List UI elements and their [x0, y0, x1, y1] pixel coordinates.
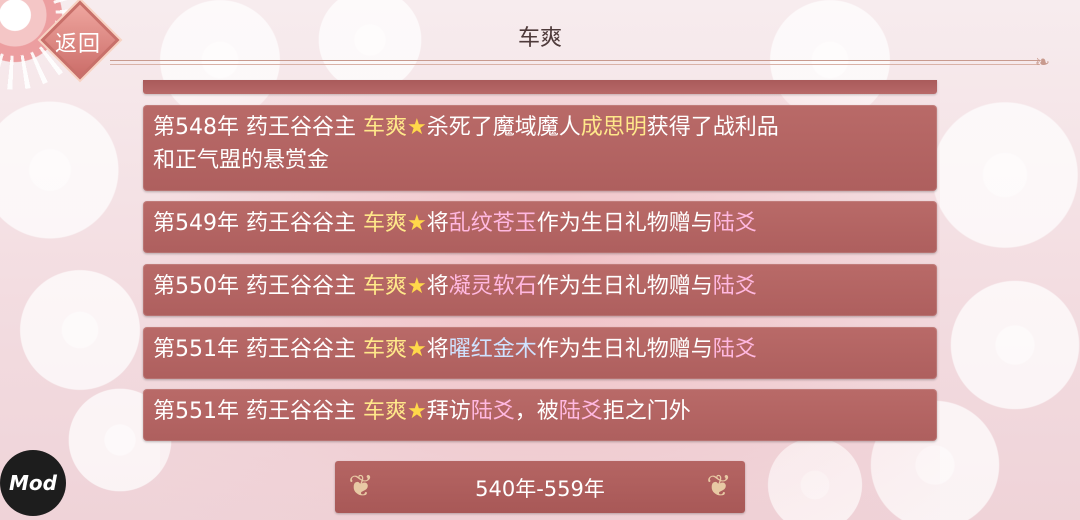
- character-name: 陆爻: [558, 399, 603, 424]
- character-name: 车爽: [362, 274, 407, 299]
- entry-text: 第551年 药王谷谷主: [153, 337, 363, 362]
- year-range-label: 540年-559年: [475, 477, 605, 501]
- entry-text: 第548年 药王谷谷主: [153, 115, 363, 140]
- character-name: 车爽: [362, 211, 407, 236]
- event-log-list[interactable]: 第548年 药王谷谷主 车爽★杀死了魔域魔人成思明获得了战利品 和正气盟的悬赏金…: [143, 80, 937, 441]
- entry-text: 拜访: [426, 399, 471, 424]
- mod-badge[interactable]: Mod: [0, 450, 66, 516]
- previous-entry-edge: [143, 80, 937, 94]
- entry-text: 第549年 药王谷谷主: [153, 211, 363, 236]
- cloud-ornament-icon: ❦: [706, 469, 732, 504]
- entry-text: 作为生日礼物赠与: [536, 211, 713, 236]
- year-range-selector[interactable]: ❦ 540年-559年 ❦: [335, 461, 745, 513]
- entry-text: 获得了战利品: [646, 115, 779, 140]
- entry-text: 将: [426, 211, 449, 236]
- blossom-decoration: [920, 90, 1080, 260]
- star-icon: ★: [407, 337, 427, 362]
- entry-text: 作为生日礼物赠与: [536, 274, 713, 299]
- entry-text: 和正气盟的悬赏金: [153, 148, 330, 173]
- character-name: 陆爻: [712, 337, 757, 362]
- entry-text: 第550年 药王谷谷主: [153, 274, 363, 299]
- star-icon: ★: [407, 399, 427, 424]
- list-item: 第550年 药王谷谷主 车爽★将凝灵软石作为生日礼物赠与陆爻: [143, 264, 937, 316]
- character-name: 车爽: [362, 337, 407, 362]
- character-name: 陆爻: [712, 274, 757, 299]
- character-name: 陆爻: [470, 399, 515, 424]
- entry-text: 将: [426, 274, 449, 299]
- entry-text: 作为生日礼物赠与: [536, 337, 713, 362]
- title-divider: [110, 64, 1040, 65]
- list-item: 第549年 药王谷谷主 车爽★将乱纹苍玉作为生日礼物赠与陆爻: [143, 201, 937, 253]
- entry-text: 杀死了魔域魔人: [426, 115, 581, 140]
- curl-ornament-icon: ❧: [1034, 52, 1050, 73]
- item-name: 乱纹苍玉: [448, 211, 537, 236]
- list-item: 第551年 药王谷谷主 车爽★拜访陆爻，被陆爻拒之门外: [143, 389, 937, 441]
- entry-text: 拒之门外: [602, 399, 691, 424]
- blossom-decoration: [10, 260, 150, 400]
- item-name: 凝灵软石: [448, 274, 537, 299]
- entry-text: ，被: [514, 399, 559, 424]
- entry-text: 第551年 药王谷谷主: [153, 399, 363, 424]
- title-divider: [110, 60, 1040, 61]
- character-name: 陆爻: [712, 211, 757, 236]
- star-icon: ★: [407, 211, 427, 236]
- list-item: 第548年 药王谷谷主 车爽★杀死了魔域魔人成思明获得了战利品 和正气盟的悬赏金: [143, 105, 937, 191]
- character-name: 成思明: [580, 115, 647, 140]
- star-icon: ★: [407, 115, 427, 140]
- character-name: 车爽: [362, 115, 407, 140]
- page-title: 车爽: [517, 26, 562, 51]
- item-name: 曜红金木: [448, 337, 537, 362]
- entry-text: 将: [426, 337, 449, 362]
- star-icon: ★: [407, 274, 427, 299]
- list-item: 第551年 药王谷谷主 车爽★将曜红金木作为生日礼物赠与陆爻: [143, 327, 937, 379]
- blossom-decoration: [0, 90, 130, 250]
- background: [0, 0, 1080, 520]
- character-name: 车爽: [362, 399, 407, 424]
